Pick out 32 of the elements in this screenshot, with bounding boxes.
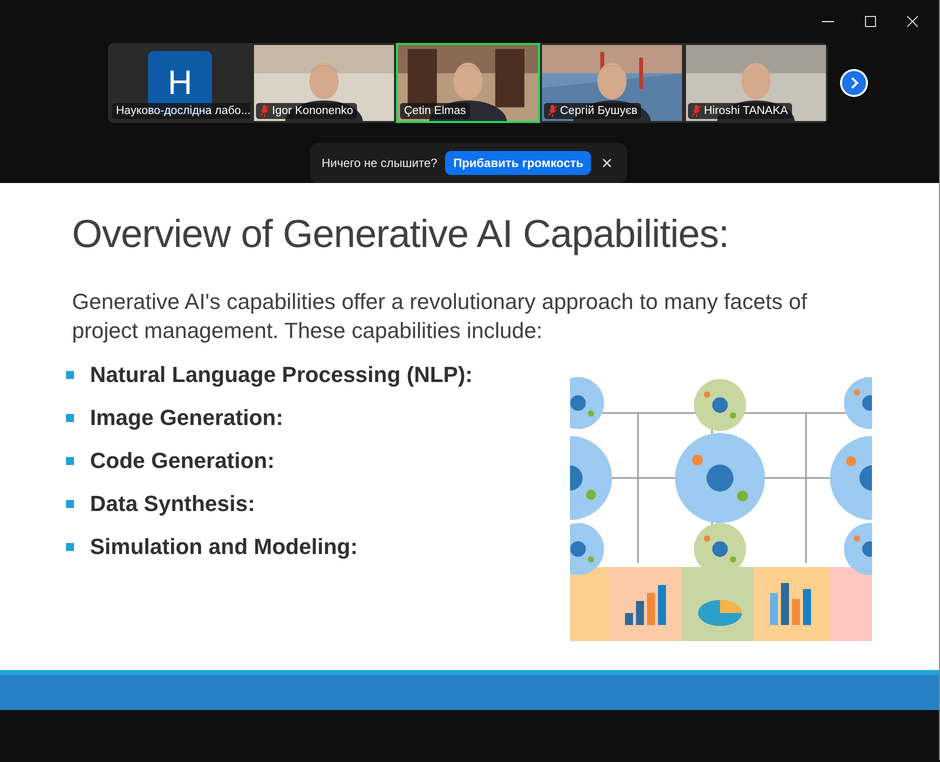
muted-mic-icon xyxy=(260,105,269,117)
participant-name: Igor Kononenko xyxy=(272,105,354,117)
next-button[interactable] xyxy=(840,69,868,97)
close-icon xyxy=(906,16,918,27)
muted-mic-icon xyxy=(548,105,557,117)
bullet-icon xyxy=(66,500,74,508)
volume-button[interactable]: Прибавить громкость xyxy=(445,151,592,175)
participant-tile[interactable]: Igor Kononenko xyxy=(252,43,396,123)
minimize-icon xyxy=(822,20,834,22)
muted-mic-icon xyxy=(692,105,701,117)
bullet-icon xyxy=(66,456,74,464)
bullet-text: Simulation and Modeling: xyxy=(90,534,358,560)
bullet-text: Data Synthesis: xyxy=(90,490,256,516)
participant-name: Сергій Бушуєв xyxy=(560,105,638,117)
bullet-text: Image Generation: xyxy=(90,404,284,430)
close-icon xyxy=(603,159,612,167)
maximize-icon xyxy=(864,16,876,27)
bullet-icon xyxy=(66,370,74,378)
notice-text: Ничего не слышите? xyxy=(322,156,438,170)
bullet-icon xyxy=(66,542,74,550)
slide-title: Overview of Generative AI Capabilities: xyxy=(72,213,730,257)
participant-tile[interactable]: Çetin Elmas xyxy=(396,43,540,123)
participant-tile[interactable]: Hiroshi TANAKA xyxy=(684,43,828,123)
chevron-right-icon xyxy=(842,71,866,95)
participant-tile[interactable]: Сергій Бушуєв xyxy=(540,43,684,123)
bullet-icon xyxy=(66,414,74,422)
participant-name: Çetin Elmas xyxy=(404,105,466,117)
bullet-text: Natural Language Processing (NLP): xyxy=(90,362,473,388)
bullet-text: Code Generation: xyxy=(90,448,275,474)
participant-name: Hiroshi TANAKA xyxy=(704,105,788,117)
slide-intro: Generative AI's capabilities offer a revolutionary approach to many facets of project management. These capabilities include: xyxy=(72,288,808,345)
participant-tile[interactable]: H Науково-дослідна лабо... xyxy=(108,43,252,123)
